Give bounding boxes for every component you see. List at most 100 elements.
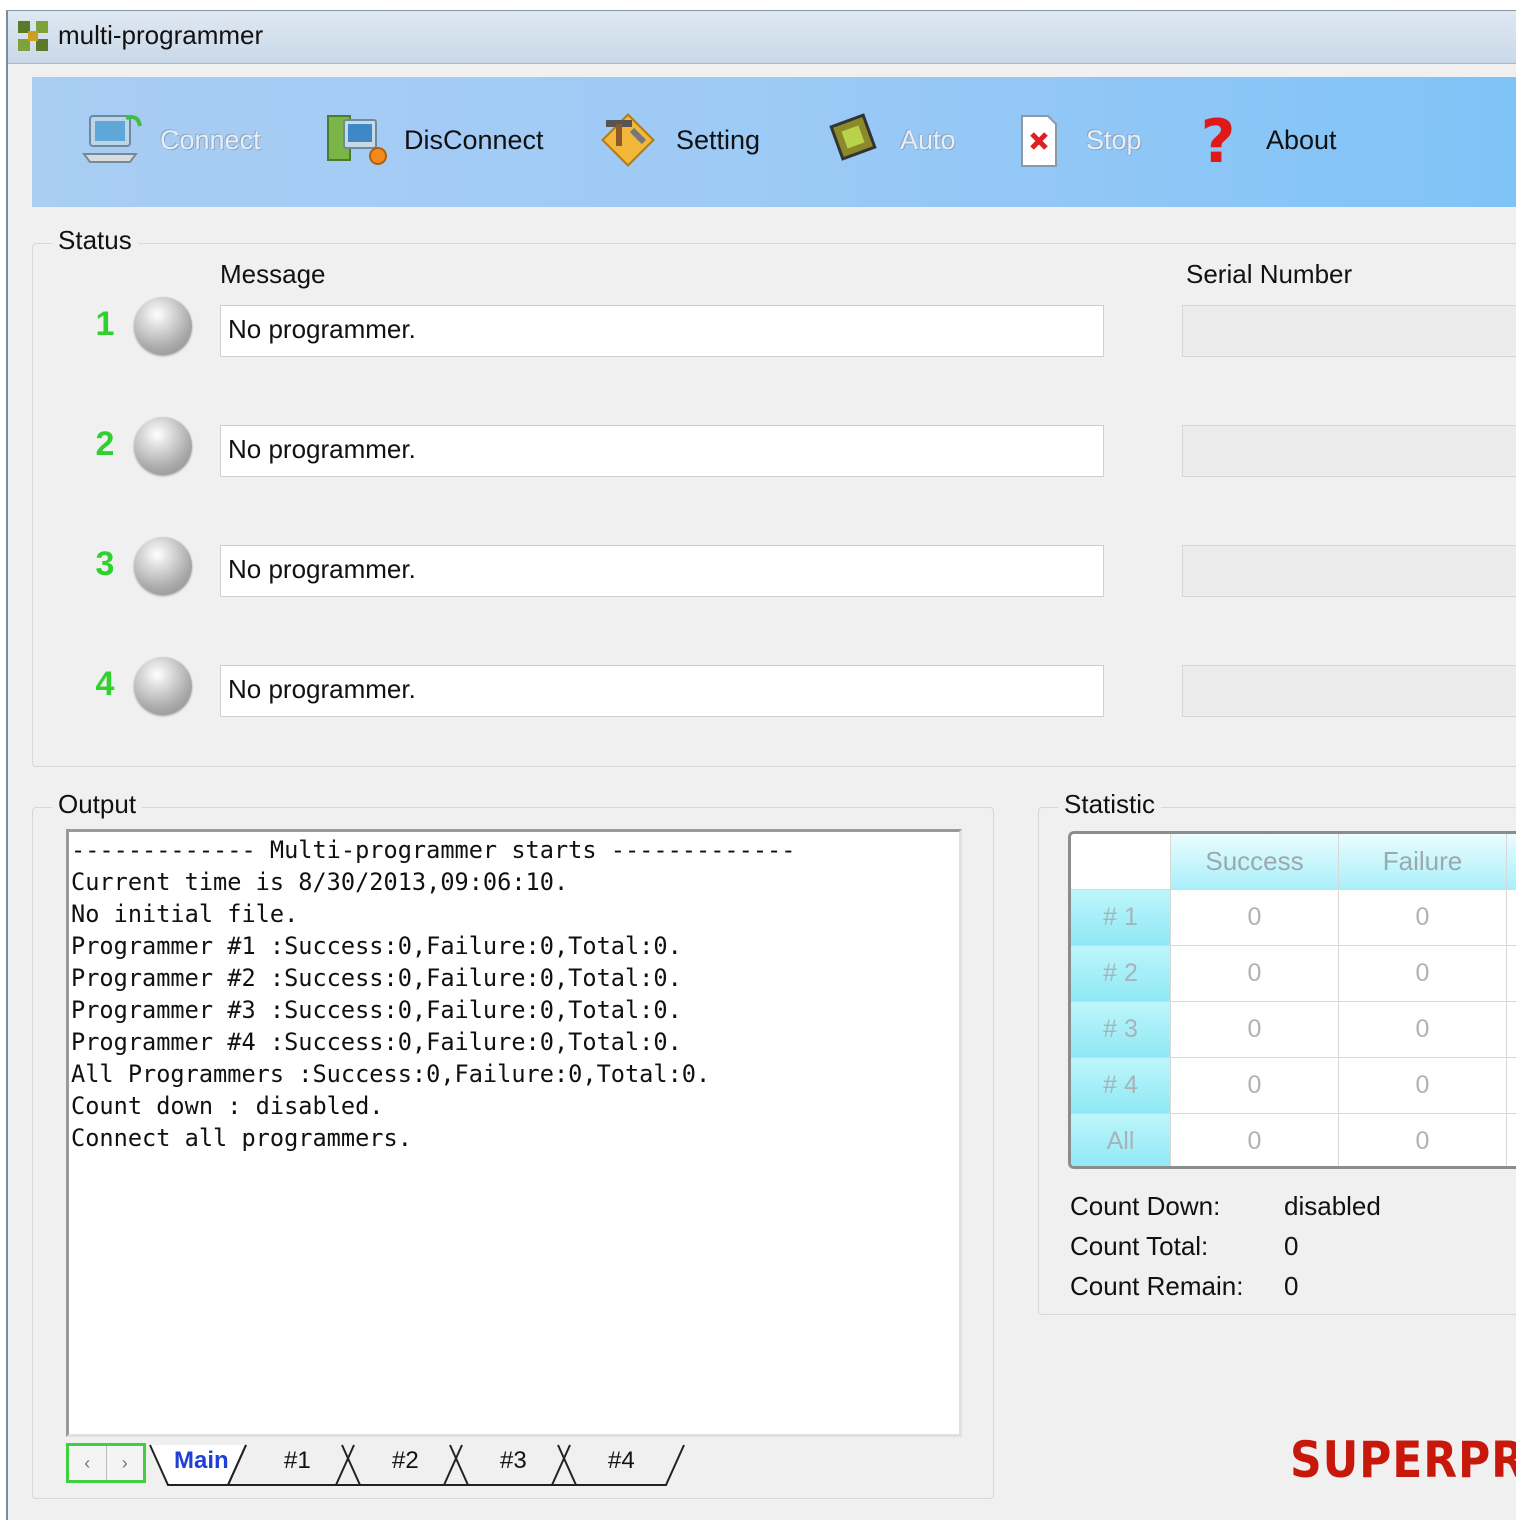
- superpro-logo: SUPERPRO: [1290, 1431, 1516, 1489]
- output-line: All Programmers :Success:0,Failure:0,Tot…: [71, 1060, 711, 1088]
- programmer-2-number: 2: [95, 425, 115, 463]
- table-row: # 2 0 0: [1071, 946, 1516, 1002]
- output-line: Current time is 8/30/2013,09:06:10.: [71, 868, 569, 896]
- stop-label: Stop: [1086, 124, 1142, 155]
- failure-cell: 0: [1339, 890, 1507, 946]
- programmer-4-message: No programmer.: [220, 665, 1104, 717]
- programmer-4-led-icon: [134, 657, 192, 715]
- failure-cell: 0: [1339, 946, 1507, 1002]
- programmer-1-message: No programmer.: [220, 305, 1104, 357]
- statistic-title: Statistic: [1058, 789, 1162, 820]
- programmer-2-led-icon: [134, 417, 192, 475]
- tab-scroll-arrows[interactable]: ‹ ›: [66, 1443, 146, 1483]
- programmer-1-number: 1: [95, 305, 115, 343]
- table-row: All 0 0: [1071, 1114, 1516, 1166]
- table-row: # 1 0 0: [1071, 890, 1516, 946]
- output-line: ------------- Multi-programmer starts --…: [71, 836, 796, 864]
- extra-cell: [1507, 946, 1516, 1002]
- serial-number-header: Serial Number: [1186, 259, 1353, 289]
- success-column-header: Success: [1171, 834, 1339, 890]
- failure-cell: 0: [1339, 1002, 1507, 1058]
- toolbar: Connect DisConnect Setting Auto Stop ? A…: [32, 77, 1516, 207]
- tools-icon: [588, 105, 668, 175]
- output-line: Programmer #2 :Success:0,Failure:0,Total…: [71, 964, 682, 992]
- output-line: Connect all programmers.: [71, 1124, 412, 1152]
- row-label: # 1: [1071, 890, 1171, 946]
- output-line: Programmer #1 :Success:0,Failure:0,Total…: [71, 932, 682, 960]
- table-corner-cell: [1071, 834, 1171, 890]
- row-label: All: [1071, 1114, 1171, 1166]
- count-down-label: Count Down:: [1070, 1191, 1221, 1221]
- tab-programmer-4[interactable]: #4: [608, 1447, 635, 1475]
- programmer-3-led-icon: [134, 537, 192, 595]
- extra-cell: [1507, 1002, 1516, 1058]
- count-remain-label: Count Remain:: [1070, 1271, 1244, 1301]
- about-label: About: [1266, 124, 1337, 155]
- tab-scroll-right-icon[interactable]: ›: [105, 1446, 144, 1480]
- question-mark-icon: ?: [1178, 105, 1258, 175]
- disconnect-button[interactable]: DisConnect: [316, 105, 544, 175]
- failure-column-header: Failure: [1339, 834, 1507, 890]
- window-title: multi-programmer: [58, 20, 264, 50]
- count-remain-value: 0: [1284, 1271, 1299, 1301]
- app-icon: [18, 21, 48, 51]
- tab-programmer-2[interactable]: #2: [392, 1447, 419, 1475]
- extra-cell: [1507, 1058, 1516, 1114]
- setting-label: Setting: [676, 124, 761, 155]
- success-cell: 0: [1171, 1058, 1339, 1114]
- count-total-label: Count Total:: [1070, 1231, 1209, 1261]
- row-label: # 2: [1071, 946, 1171, 1002]
- programmer-3-number: 3: [95, 545, 115, 583]
- output-title: Output: [52, 789, 143, 820]
- extra-cell: [1507, 1114, 1516, 1166]
- output-line: Count down : disabled.: [71, 1092, 384, 1120]
- tab-main[interactable]: Main: [174, 1447, 229, 1475]
- statistic-table: Success Failure # 1 0 0 # 2 0 0 # 3 0 0 …: [1068, 831, 1516, 1169]
- count-total-value: 0: [1284, 1231, 1299, 1261]
- row-label: # 3: [1071, 1002, 1171, 1058]
- output-line: Programmer #3 :Success:0,Failure:0,Total…: [71, 996, 682, 1024]
- disconnect-label: DisConnect: [404, 124, 544, 155]
- about-button[interactable]: ? About: [1178, 105, 1337, 175]
- programmer-2-message: No programmer.: [220, 425, 1104, 477]
- programmer-3-serial: [1182, 545, 1516, 597]
- computer-disconnect-icon: [316, 105, 396, 175]
- connect-label: Connect: [160, 124, 261, 155]
- extra-column-header: [1507, 834, 1516, 890]
- programmer-1-led-icon: [134, 297, 192, 355]
- row-label: # 4: [1071, 1058, 1171, 1114]
- connect-button[interactable]: Connect: [72, 105, 261, 175]
- status-title: Status: [52, 225, 138, 256]
- title-bar: multi-programmer: [8, 11, 1516, 64]
- main-window: multi-programmer Connect DisConnect Sett…: [6, 10, 1516, 1520]
- success-cell: 0: [1171, 890, 1339, 946]
- stop-button[interactable]: Stop: [998, 105, 1142, 175]
- programmer-4-number: 4: [95, 665, 115, 703]
- table-row: # 4 0 0: [1071, 1058, 1516, 1114]
- tab-programmer-3[interactable]: #3: [500, 1447, 527, 1475]
- table-header-row: Success Failure: [1071, 834, 1516, 890]
- programmer-4-serial: [1182, 665, 1516, 717]
- svg-text:?: ?: [1201, 108, 1236, 172]
- success-cell: 0: [1171, 1114, 1339, 1166]
- tab-scroll-left-icon[interactable]: ‹: [69, 1446, 106, 1480]
- output-log[interactable]: ------------- Multi-programmer starts --…: [66, 829, 962, 1437]
- auto-label: Auto: [900, 124, 956, 155]
- setting-button[interactable]: Setting: [588, 105, 760, 175]
- output-line: No initial file.: [71, 900, 299, 928]
- message-header: Message: [220, 259, 326, 289]
- programmer-3-message: No programmer.: [220, 545, 1104, 597]
- failure-cell: 0: [1339, 1114, 1507, 1166]
- extra-cell: [1507, 890, 1516, 946]
- chip-icon: [812, 105, 892, 175]
- output-line: Programmer #4 :Success:0,Failure:0,Total…: [71, 1028, 682, 1056]
- programmer-2-serial: [1182, 425, 1516, 477]
- count-down-value: disabled: [1284, 1191, 1381, 1221]
- failure-cell: 0: [1339, 1058, 1507, 1114]
- success-cell: 0: [1171, 1002, 1339, 1058]
- computer-connect-icon: [72, 105, 152, 175]
- stop-document-icon: [998, 105, 1078, 175]
- table-row: # 3 0 0: [1071, 1002, 1516, 1058]
- auto-button[interactable]: Auto: [812, 105, 956, 175]
- tab-programmer-1[interactable]: #1: [284, 1447, 311, 1475]
